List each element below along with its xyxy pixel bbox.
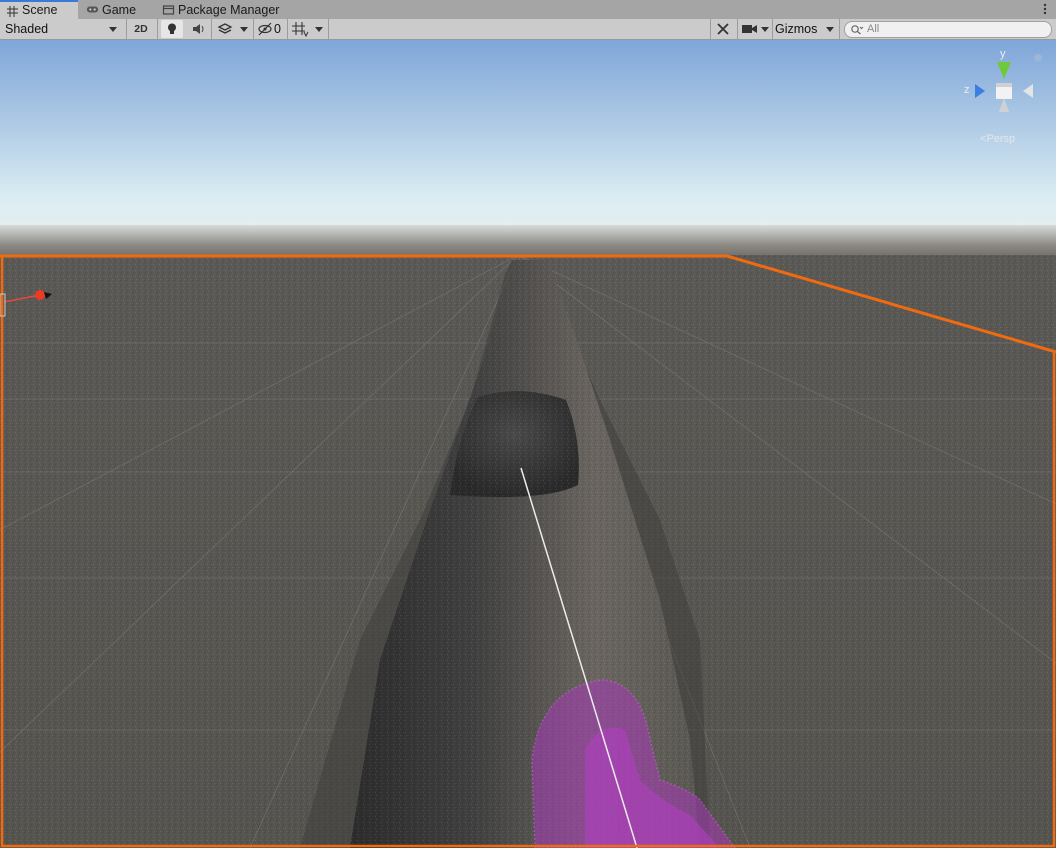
chevron-down-icon	[826, 27, 834, 32]
projection-label: Persp	[986, 133, 1016, 145]
grid-icon	[7, 6, 18, 17]
effects-toggle-button[interactable]	[214, 20, 236, 38]
chevron-down-icon	[240, 27, 248, 32]
tab-package-manager-label: Package Manager	[178, 3, 280, 17]
search-placeholder: All	[867, 23, 880, 35]
projection-toggle[interactable]: <Persp	[980, 133, 1015, 145]
camera-icon	[742, 25, 757, 33]
2d-toggle-label: 2D	[134, 23, 148, 35]
scene-viewport[interactable]: y z <Persp	[0, 40, 1056, 848]
2d-toggle-button[interactable]: 2D	[130, 20, 152, 38]
gizmo-axis-z-label: z	[964, 84, 970, 96]
tab-bar: Scene Game Package Manager	[0, 0, 1056, 20]
tab-scene-label: Scene	[22, 3, 58, 17]
camera-settings-button[interactable]	[740, 20, 760, 38]
eye-slash-icon	[258, 22, 272, 36]
draw-mode-label: Shaded	[5, 22, 49, 36]
more-options-icon[interactable]	[1042, 2, 1048, 16]
speaker-icon	[193, 24, 204, 34]
tools-button[interactable]	[713, 20, 735, 38]
scene-render[interactable]	[0, 40, 1056, 848]
lighting-toggle-button[interactable]	[161, 20, 183, 38]
grid-toggle-button[interactable]	[290, 20, 310, 38]
grid-dropdown[interactable]	[312, 20, 326, 38]
grid-snap-icon	[292, 22, 309, 38]
draw-mode-dropdown[interactable]: Shaded	[5, 20, 123, 38]
effects-dropdown[interactable]	[237, 20, 251, 38]
scene-toolbar: Shaded 2D 0 Gizmos All	[0, 19, 1056, 40]
package-icon	[162, 5, 175, 15]
chevron-down-icon	[109, 27, 117, 32]
gizmos-dropdown[interactable]	[823, 20, 837, 38]
scene-visibility-toggle[interactable]: 0	[257, 20, 285, 38]
hidden-count: 0	[274, 22, 281, 36]
chevron-down-icon	[761, 27, 769, 32]
gizmos-label: Gizmos	[775, 22, 818, 36]
tab-package-manager[interactable]: Package Manager	[156, 0, 287, 19]
camera-dropdown[interactable]	[758, 20, 772, 38]
layers-icon	[217, 23, 233, 34]
lightbulb-icon	[168, 23, 176, 34]
audio-toggle-button[interactable]	[187, 20, 209, 38]
tab-scene[interactable]: Scene	[0, 0, 78, 20]
tools-icon	[717, 23, 729, 35]
tab-game-label: Game	[102, 3, 137, 17]
search-icon	[851, 25, 864, 35]
search-field[interactable]: All	[844, 21, 1052, 38]
chevron-down-icon	[315, 27, 323, 32]
gizmos-button[interactable]: Gizmos	[775, 20, 823, 38]
gizmo-axis-y-label: y	[1000, 48, 1006, 60]
gamepad-icon	[86, 6, 99, 13]
tab-game[interactable]: Game	[80, 0, 144, 19]
